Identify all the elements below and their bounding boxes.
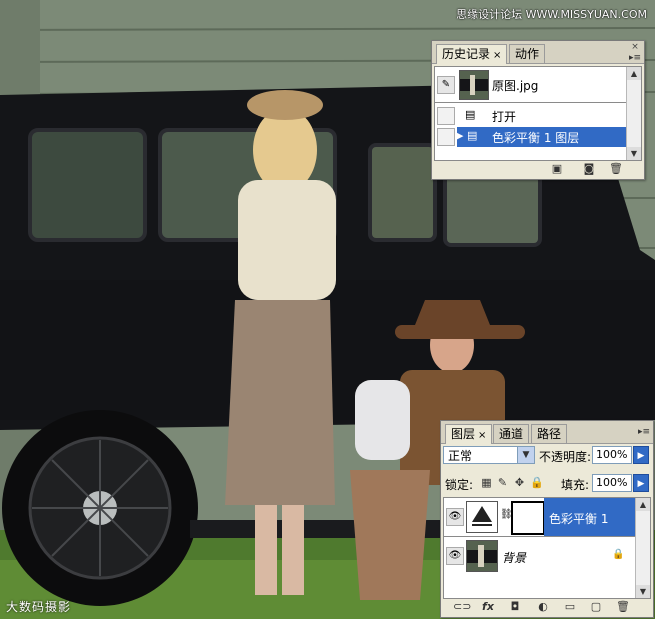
lock-image-brush-icon[interactable]: ✎: [496, 476, 509, 489]
history-brush-source-icon[interactable]: [437, 128, 455, 146]
tab-layers[interactable]: 图层 ×: [445, 424, 493, 444]
history-snapshot-row[interactable]: ✎ 原图.jpg: [435, 67, 641, 103]
history-item-label: 色彩平衡 1 图层: [492, 131, 580, 145]
blend-mode-select[interactable]: 正常 ▼: [443, 446, 535, 464]
adjustment-layer-thumbnail: [466, 501, 498, 533]
opacity-slider-arrow-icon[interactable]: ▶: [633, 446, 649, 464]
scroll-up-icon[interactable]: ▲: [627, 67, 641, 80]
snapshot-thumb-image: [460, 71, 488, 99]
fill-input[interactable]: 100%: [592, 474, 632, 492]
history-list: ✎ 原图.jpg ▤ 打开 ▶ ▤ 色彩平衡 1 图层 ▲ ▼: [434, 66, 642, 161]
history-item-open[interactable]: ▤ 打开: [435, 106, 641, 126]
folder-icon[interactable]: ▭: [563, 600, 577, 613]
history-bottom-bar: ▣ ◙ 🗑: [432, 159, 644, 179]
history-tabbar: 历史记录 × 动作 × ▸≡: [432, 41, 644, 64]
lock-label: 锁定:: [445, 478, 474, 492]
tab-close-icon[interactable]: ×: [493, 50, 501, 61]
history-doc-icon: ▤: [467, 129, 478, 142]
layer-row-background[interactable]: 👁 背景 🔒: [444, 537, 650, 575]
snapshot-thumbnail: [459, 70, 489, 100]
watermark-text: 思缘设计论坛 WWW.MISSYUAN.COM: [456, 8, 647, 21]
tab-actions[interactable]: 动作: [509, 44, 546, 63]
tab-channels[interactable]: 通道: [493, 424, 530, 443]
lock-position-move-icon[interactable]: ✥: [513, 476, 526, 489]
tab-channels-label: 通道: [499, 427, 524, 441]
trash-icon[interactable]: 🗑: [616, 600, 630, 613]
history-brush-source-icon[interactable]: ✎: [437, 76, 455, 94]
history-state-marker-icon: ▶: [455, 129, 464, 142]
layer-row-color-balance[interactable]: 👁 ⛓ 色彩平衡 1: [444, 498, 650, 537]
background-thumb-image: [467, 541, 497, 571]
history-item-color-balance[interactable]: ▶ ▤ 色彩平衡 1 图层: [455, 127, 627, 147]
blend-mode-value: 正常: [448, 449, 473, 463]
history-brush-source-icon[interactable]: [437, 107, 455, 125]
tab-history[interactable]: 历史记录 ×: [436, 44, 508, 64]
tab-history-label: 历史记录: [442, 47, 491, 61]
layer-name: 背景: [502, 551, 527, 565]
history-doc-icon: ▤: [465, 108, 476, 121]
chevron-down-icon[interactable]: ▼: [517, 447, 534, 463]
eye-visibility-icon[interactable]: 👁: [446, 547, 464, 565]
tab-close-icon[interactable]: ×: [478, 430, 486, 441]
opacity-label: 不透明度:: [539, 450, 592, 464]
history-panel: 历史记录 × 动作 × ▸≡ ✎ 原图.jpg ▤ 打开 ▶ ▤ 色彩平衡 1 图…: [431, 40, 645, 180]
layers-panel: 图层 × 通道 路径 ▸≡ 正常 ▼ 不透明度: 100% ▶ 锁定: ▦ ✎ ✥…: [440, 420, 654, 618]
layers-scrollbar[interactable]: ▲ ▼: [635, 498, 650, 598]
balance-scale-icon: [472, 506, 492, 526]
background-layer-thumbnail: [466, 540, 498, 572]
new-layer-icon[interactable]: ▢: [589, 600, 603, 613]
panel-menu-icon[interactable]: ▸≡: [629, 53, 641, 63]
trash-icon[interactable]: 🗑: [609, 162, 623, 175]
opacity-input[interactable]: 100%: [592, 446, 632, 464]
layer-name: 色彩平衡 1: [549, 512, 609, 526]
snapshot-label: 原图.jpg: [492, 79, 539, 93]
fill-label: 填充:: [561, 478, 590, 492]
new-document-from-state-icon[interactable]: ▣: [550, 162, 564, 175]
mask-icon[interactable]: ◘: [508, 600, 522, 613]
tab-paths-label: 路径: [537, 427, 562, 441]
lock-all-icon[interactable]: 🔒: [530, 476, 544, 489]
layer-mask-thumbnail[interactable]: [511, 501, 545, 535]
layers-tabbar: 图层 × 通道 路径 ▸≡: [441, 421, 653, 444]
history-item-label: 打开: [492, 110, 517, 124]
link-icon[interactable]: ⊂⊃: [453, 600, 471, 613]
fill-slider-arrow-icon[interactable]: ▶: [633, 474, 649, 492]
tab-layers-label: 图层: [451, 427, 476, 441]
lock-transparent-icon[interactable]: ▦: [480, 476, 493, 489]
tab-actions-label: 动作: [515, 47, 540, 61]
layer-lock-icon: 🔒: [612, 549, 625, 560]
layers-list: 👁 ⛓ 色彩平衡 1 👁 背景 🔒 ▲ ▼: [443, 497, 651, 599]
bottom-logo-text: 大数码摄影: [6, 600, 72, 614]
adjustment-icon[interactable]: ◐: [536, 600, 550, 613]
snapshot-camera-icon[interactable]: ◙: [582, 162, 596, 175]
panel-menu-icon[interactable]: ▸≡: [638, 427, 650, 437]
fx-icon[interactable]: fx: [481, 600, 495, 613]
tab-paths[interactable]: 路径: [531, 424, 568, 443]
panel-close-icon[interactable]: ×: [630, 42, 640, 52]
eye-visibility-icon[interactable]: 👁: [446, 508, 464, 526]
history-scrollbar[interactable]: ▲ ▼: [626, 67, 641, 160]
layers-bottom-bar: ⊂⊃ fx ◘ ◐ ▭ ▢ 🗑: [441, 597, 653, 617]
scroll-up-icon[interactable]: ▲: [636, 498, 650, 511]
